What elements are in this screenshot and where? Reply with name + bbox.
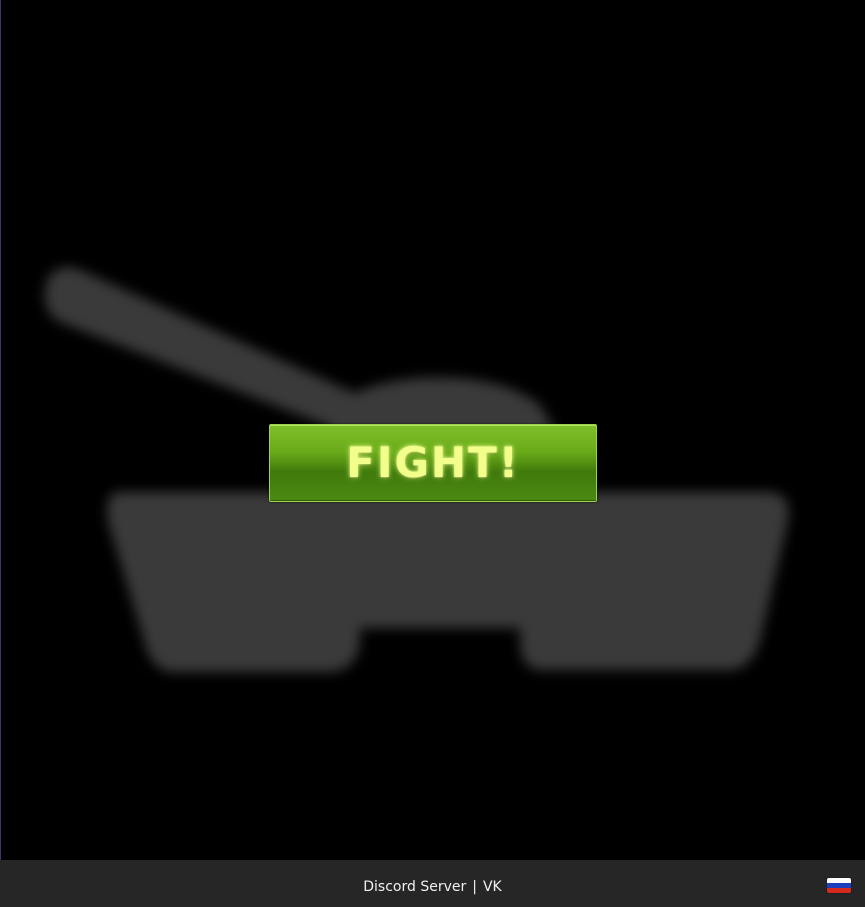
game-page: FIGHT! Discord Server | VK [0,0,865,907]
discord-server-link[interactable]: Discord Server [363,879,466,895]
footer-links: Discord Server | VK [363,879,501,895]
russia-flag-icon[interactable] [827,878,851,893]
flag-stripe-red [827,888,851,893]
fight-button[interactable]: FIGHT! [269,424,597,502]
footer-bar: Discord Server | VK [0,860,865,907]
footer-separator: | [472,878,477,895]
vk-link[interactable]: VK [483,879,502,895]
fight-button-label: FIGHT! [346,437,520,487]
